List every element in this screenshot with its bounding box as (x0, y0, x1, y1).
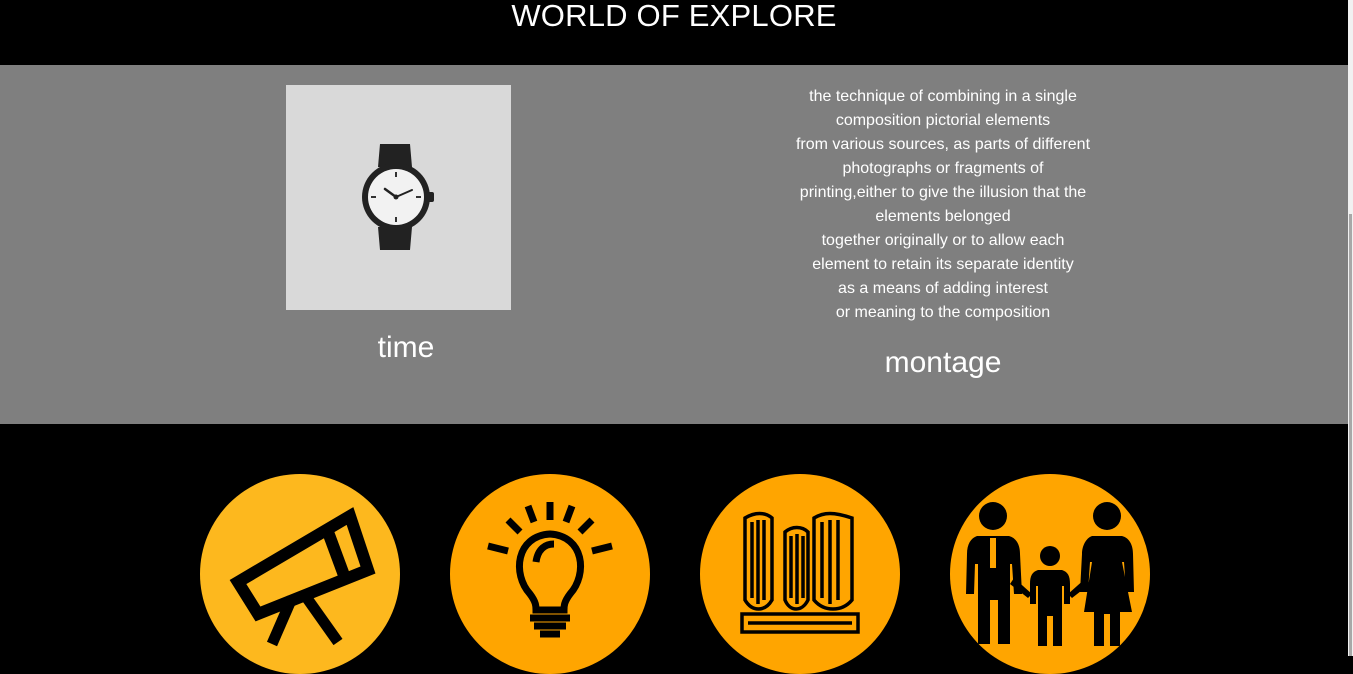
family-icon (966, 502, 1134, 646)
time-caption: time (377, 331, 435, 364)
telescope-circle[interactable] (200, 474, 400, 674)
family-circle[interactable] (950, 474, 1150, 674)
telescope-icon (229, 507, 376, 647)
description-line: or meaning to the composition (835, 304, 1051, 321)
montage-caption: montage (884, 346, 1002, 379)
scrollbar-thumb[interactable] (1349, 214, 1352, 656)
description-line: the technique of combining in a single (809, 88, 1077, 105)
site-header: WORLD OF EXPLORE (0, 0, 1353, 65)
time-image[interactable] (286, 85, 511, 310)
description-line: from various sources, as parts of differ… (795, 136, 1091, 153)
books-icon (740, 511, 860, 634)
description-line: as a means of adding interest (838, 280, 1048, 297)
description-line: together originally or to allow each (821, 232, 1065, 249)
wristwatch-icon (362, 144, 434, 250)
lightbulb-circle[interactable] (450, 474, 650, 674)
description-line: photographs or fragments of (842, 160, 1044, 177)
description-line: printing,either to give the illusion tha… (799, 184, 1087, 201)
description-line: composition pictorial elements (835, 112, 1051, 129)
books-circle[interactable] (700, 474, 900, 674)
description-line: element to retain its separate identity (812, 256, 1074, 273)
page-title: WORLD OF EXPLORE (511, 0, 837, 33)
lightbulb-icon (487, 502, 613, 638)
feature-band: time the technique of combining in a sin… (0, 65, 1348, 424)
montage-description: the technique of combining in a single c… (743, 85, 1143, 325)
description-line: elements belonged (875, 208, 1011, 225)
